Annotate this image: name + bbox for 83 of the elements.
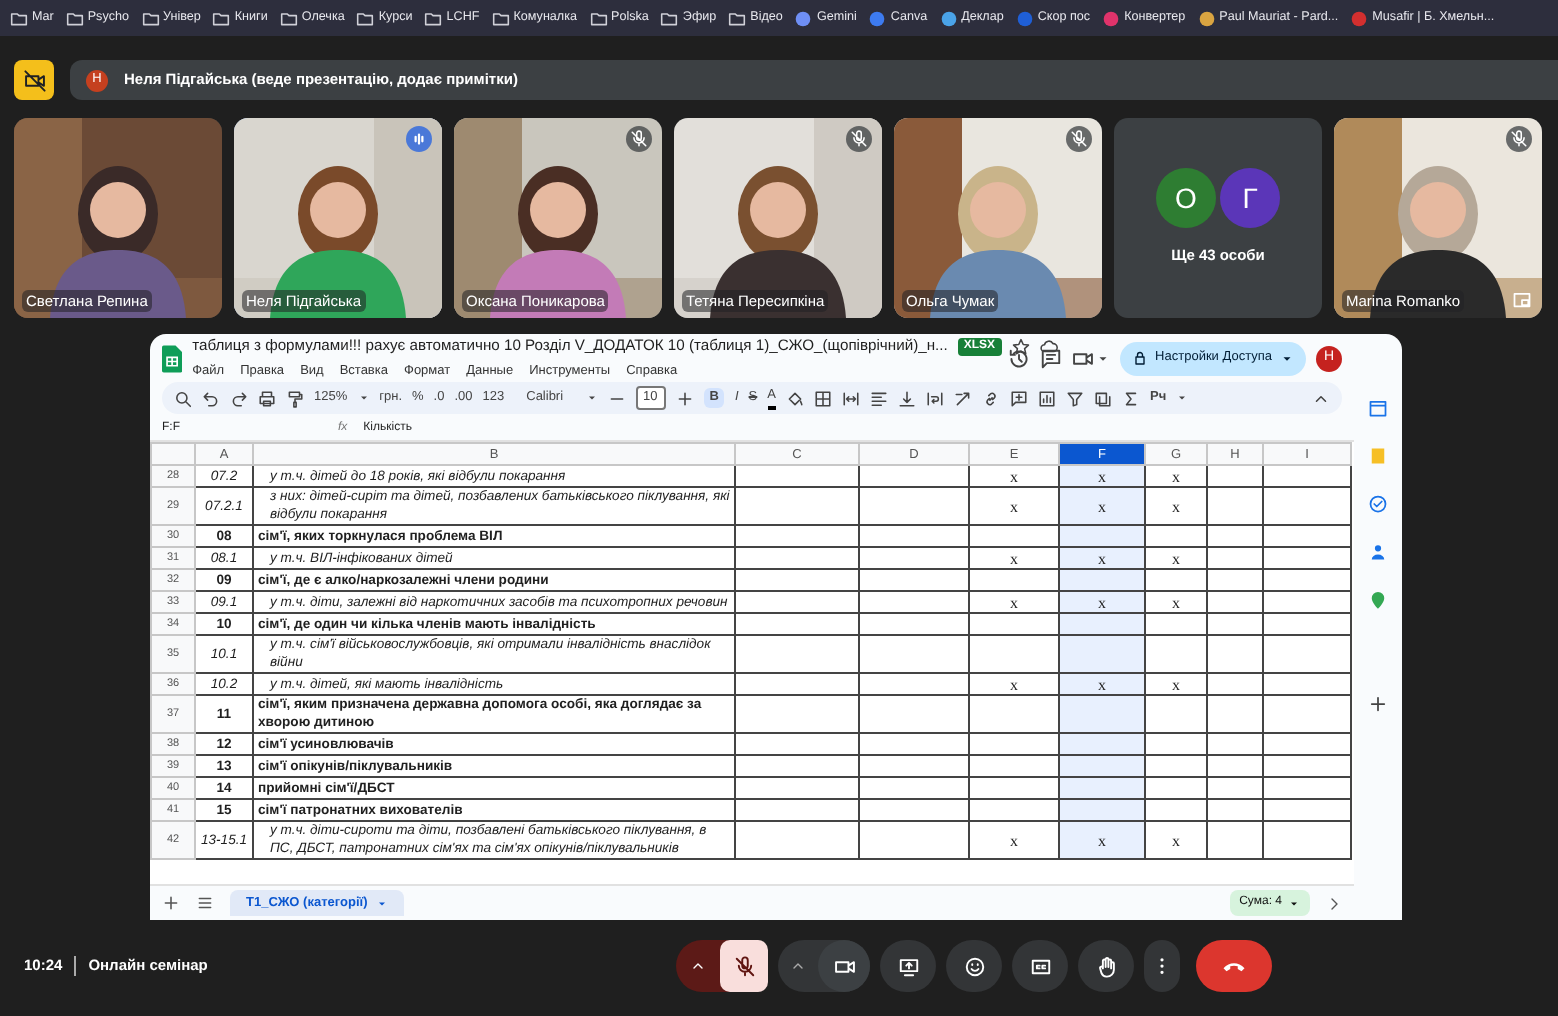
table-cell: x (1145, 591, 1207, 613)
avatar: О (1156, 168, 1216, 229)
add-sheet-icon[interactable] (162, 894, 180, 912)
leave-call-button[interactable] (1196, 940, 1272, 992)
hand-icon (1095, 955, 1117, 977)
caret-icon (375, 897, 388, 909)
table-cell: x (969, 591, 1059, 613)
sigma-icon[interactable] (1121, 389, 1140, 407)
caret-icon (1280, 351, 1294, 365)
table-cell: x (1059, 487, 1145, 525)
table-cell: x (969, 465, 1059, 487)
borders-icon[interactable] (813, 389, 832, 407)
table-cell: x (1145, 821, 1207, 859)
filter-views-icon[interactable] (1093, 389, 1112, 407)
add-comment-icon[interactable] (1009, 389, 1028, 407)
plus-icon[interactable] (1368, 694, 1388, 714)
captions-icon (1029, 955, 1051, 977)
chevron-up-icon (690, 958, 706, 974)
chevron-up-icon (790, 958, 806, 974)
align-icon[interactable] (869, 389, 888, 407)
table-cell: x (1145, 487, 1207, 525)
table-cell: x (1059, 821, 1145, 859)
filter-icon[interactable] (1065, 389, 1084, 407)
folder-icon (728, 9, 747, 27)
folder-icon (589, 9, 608, 27)
folder-icon (10, 9, 28, 27)
undo-icon[interactable] (202, 389, 220, 407)
raise-hand-button[interactable] (1078, 940, 1134, 992)
caret-icon[interactable] (357, 392, 370, 404)
contacts-icon[interactable] (1368, 542, 1388, 562)
mic-off-icon (733, 955, 755, 977)
redo-icon[interactable] (230, 389, 248, 407)
table-cell: x (1145, 465, 1207, 487)
rotate-icon[interactable] (953, 389, 972, 407)
table-cell: x (1145, 673, 1207, 695)
table-cell: x (1145, 547, 1207, 569)
folder-icon (279, 9, 298, 27)
calendar-icon[interactable] (1368, 398, 1388, 418)
fill-color-icon[interactable] (785, 389, 804, 407)
print-icon[interactable] (258, 389, 276, 407)
maps-icon[interactable] (1368, 590, 1388, 610)
camera-off-icon (23, 69, 45, 91)
emoji-icon (963, 955, 985, 977)
camera-button[interactable] (818, 940, 870, 992)
folder-icon (65, 9, 84, 27)
table-cell: x (969, 547, 1059, 569)
folder-icon (424, 9, 443, 27)
folder-icon (660, 9, 679, 27)
chevron-right-icon[interactable] (1326, 895, 1342, 911)
plus-icon[interactable] (675, 389, 694, 407)
folder-icon (356, 9, 375, 27)
present-button[interactable] (880, 940, 936, 992)
search-icon[interactable] (174, 389, 192, 407)
captions-button[interactable] (1012, 940, 1068, 992)
camera-off-button[interactable] (14, 60, 54, 100)
star-icon[interactable] (1011, 337, 1030, 356)
chart-icon[interactable] (1037, 389, 1056, 407)
history-icon[interactable] (1007, 347, 1030, 369)
camera-icon[interactable] (1071, 347, 1094, 369)
camera-icon (833, 955, 855, 977)
caret-icon[interactable] (585, 392, 598, 404)
wrap-icon[interactable] (925, 389, 944, 407)
vertical-align-icon[interactable] (897, 389, 916, 407)
microphone-button[interactable] (720, 940, 768, 992)
caret-icon (1288, 897, 1300, 909)
folder-icon (491, 9, 510, 27)
comment-icon[interactable] (1039, 347, 1062, 369)
cloud-icon[interactable] (1039, 337, 1058, 356)
sheets-logo[interactable] (162, 343, 183, 373)
tasks-icon[interactable] (1368, 494, 1388, 514)
reactions-button[interactable] (946, 940, 1002, 992)
all-sheets-icon[interactable] (196, 894, 214, 912)
link-icon[interactable] (981, 389, 1000, 407)
paint-format-icon[interactable] (286, 389, 304, 407)
present-icon (897, 955, 919, 977)
caret-icon[interactable] (1095, 351, 1110, 365)
merge-icon[interactable] (841, 389, 860, 407)
caret-icon[interactable] (1176, 392, 1189, 404)
folder-icon (212, 9, 231, 27)
avatar: Г (1220, 168, 1280, 229)
lock-icon (1131, 350, 1148, 366)
folder-icon (141, 9, 160, 27)
table-cell: x (969, 673, 1059, 695)
